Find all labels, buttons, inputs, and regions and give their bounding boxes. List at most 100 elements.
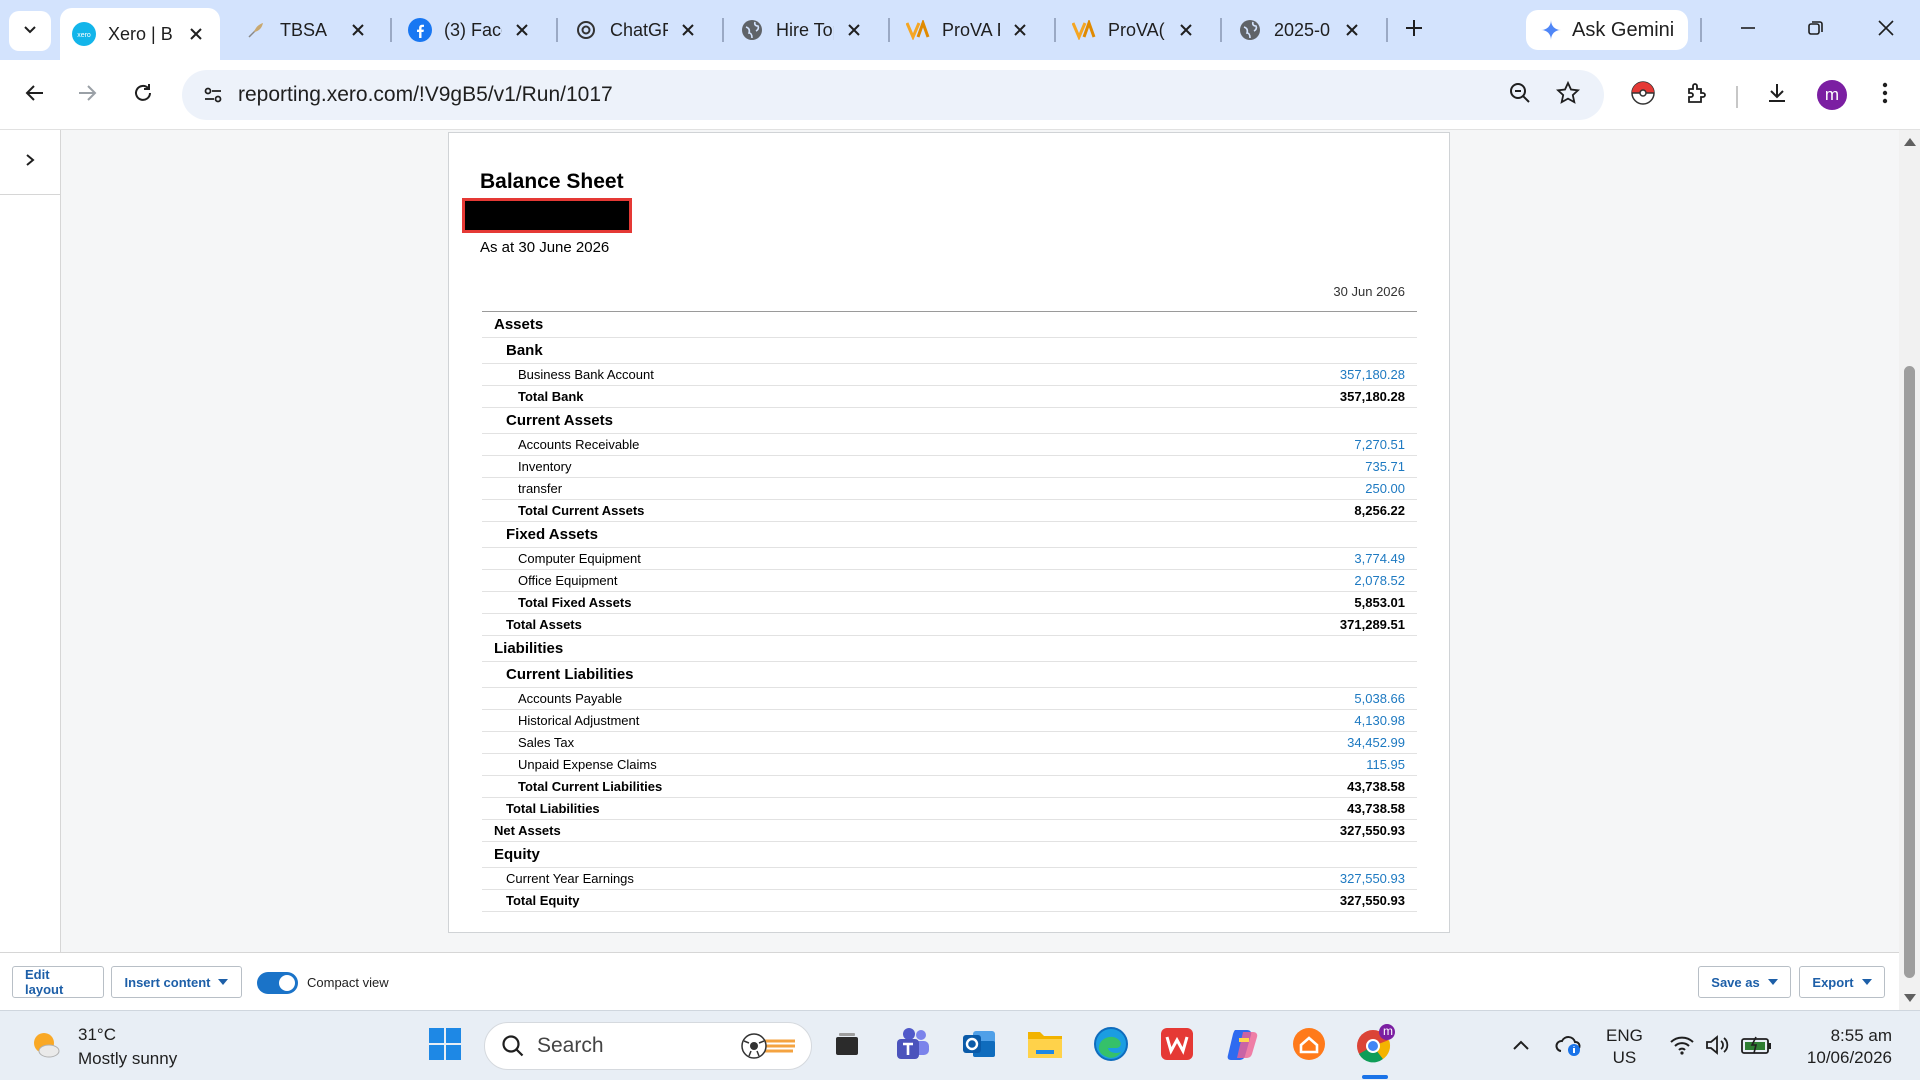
account-value-link[interactable]: 357,180.28 [1217, 367, 1417, 382]
task-view-button[interactable] [826, 1025, 868, 1067]
downloads-button[interactable] [1758, 76, 1796, 114]
close-tab-icon[interactable] [184, 22, 208, 46]
close-tab-icon[interactable] [1174, 18, 1198, 42]
report-title: Balance Sheet [480, 170, 624, 193]
ask-gemini-button[interactable]: Ask Gemini [1526, 10, 1688, 50]
account-value-link[interactable]: 2,078.52 [1217, 573, 1417, 588]
gemini-sparkle-icon [1540, 19, 1562, 41]
tab-chatgpt[interactable]: ChatGP [562, 8, 712, 52]
row-label: Assets [494, 316, 544, 333]
compact-view-toggle[interactable] [257, 972, 298, 994]
close-tab-icon[interactable] [1008, 18, 1032, 42]
tab-2025[interactable]: 2025-0 [1226, 8, 1376, 52]
close-tab-icon[interactable] [1340, 18, 1364, 42]
wps-office-app[interactable] [1156, 1025, 1198, 1067]
tab-separator [1054, 18, 1056, 42]
taskbar-search-box[interactable]: Search [484, 1022, 812, 1070]
scrollbar-thumb[interactable] [1904, 366, 1915, 978]
back-button[interactable] [16, 76, 54, 114]
report-account-row[interactable]: Accounts Receivable 7,270.51 [482, 434, 1417, 456]
report-account-row[interactable]: transfer 250.00 [482, 478, 1417, 500]
insert-content-button[interactable]: Insert content [111, 966, 242, 998]
system-clock[interactable]: 8:55 am 10/06/2026 [1786, 1025, 1892, 1069]
close-tab-icon[interactable] [842, 18, 866, 42]
tab-facebook[interactable]: (3) Face [396, 8, 546, 52]
tab-tbsa[interactable]: TBSA [232, 8, 382, 52]
account-value-link[interactable]: 5,038.66 [1217, 691, 1417, 706]
site-settings-icon[interactable] [200, 82, 226, 108]
column-header-date: 30 Jun 2026 [1333, 284, 1405, 299]
export-label: Export [1812, 974, 1854, 990]
battery-status[interactable] [1740, 1034, 1774, 1060]
account-value-link[interactable]: 3,774.49 [1217, 551, 1417, 566]
report-account-row[interactable]: Unpaid Expense Claims 115.95 [482, 754, 1417, 776]
export-button[interactable]: Export [1799, 966, 1885, 998]
close-tab-icon[interactable] [510, 18, 534, 42]
account-value-link[interactable]: 115.95 [1217, 757, 1417, 772]
input-language-indicator[interactable]: ENG US [1606, 1025, 1643, 1069]
report-account-row[interactable]: Business Bank Account 357,180.28 [482, 364, 1417, 386]
tab-title: Hire Top [776, 19, 834, 40]
arrow-right-icon [76, 82, 98, 109]
scroll-down-arrow-icon[interactable] [1904, 994, 1916, 1002]
account-value-link[interactable]: 250.00 [1217, 481, 1417, 496]
vertical-scrollbar[interactable] [1899, 130, 1920, 1010]
tab-prova-1[interactable]: ProVA F [894, 8, 1044, 52]
account-value-link[interactable]: 735.71 [1217, 459, 1417, 474]
account-value-link[interactable]: 34,452.99 [1217, 735, 1417, 750]
report-account-row[interactable]: Computer Equipment 3,774.49 [482, 548, 1417, 570]
teams-app[interactable] [892, 1025, 934, 1067]
tab-prova-2[interactable]: ProVA(F [1060, 8, 1210, 52]
show-hidden-icons-button[interactable] [1508, 1034, 1534, 1060]
reload-button[interactable] [124, 76, 162, 114]
bookmark-button[interactable] [1554, 80, 1582, 109]
tab-xero[interactable]: xero Xero | B [60, 8, 220, 60]
report-section-heading: Equity [482, 842, 1417, 868]
account-value-link[interactable]: 327,550.93 [1217, 871, 1417, 886]
tab-separator [1386, 18, 1388, 42]
report-account-row[interactable]: Accounts Payable 5,038.66 [482, 688, 1417, 710]
report-account-row[interactable]: Current Year Earnings 327,550.93 [482, 868, 1417, 890]
close-tab-icon[interactable] [346, 18, 370, 42]
close-tab-icon[interactable] [676, 18, 700, 42]
extensions-button[interactable] [1678, 76, 1716, 114]
edge-app[interactable] [1090, 1025, 1132, 1067]
report-account-row[interactable]: Sales Tax 34,452.99 [482, 732, 1417, 754]
address-bar[interactable]: reporting.xero.com/!V9gB5/v1/Run/1017 [182, 70, 1604, 120]
onedrive-status[interactable] [1554, 1034, 1584, 1060]
zoom-button[interactable] [1506, 81, 1534, 109]
close-window-button[interactable] [1866, 12, 1906, 48]
extension-pokeball-button[interactable] [1624, 76, 1662, 114]
report-account-row[interactable]: Inventory 735.71 [482, 456, 1417, 478]
outlook-app[interactable] [958, 1025, 1000, 1067]
weather-widget[interactable]: 31°C Mostly sunny [28, 1023, 177, 1071]
restore-window-button[interactable] [1796, 12, 1836, 48]
report-side-panel [0, 130, 61, 952]
new-tab-button[interactable] [1398, 14, 1430, 46]
tab-hire-top[interactable]: Hire Top [728, 8, 878, 52]
wifi-status[interactable] [1668, 1034, 1696, 1060]
row-value: 43,738.58 [1347, 779, 1405, 794]
volume-status[interactable] [1704, 1034, 1732, 1060]
forward-button[interactable] [68, 76, 106, 114]
report-account-row[interactable]: Historical Adjustment 4,130.98 [482, 710, 1417, 732]
expand-panel-button[interactable] [18, 150, 42, 174]
account-value-link[interactable]: 7,270.51 [1217, 437, 1417, 452]
tab-title: ProVA(F [1108, 19, 1166, 40]
chrome-menu-button[interactable] [1866, 76, 1904, 114]
profile-avatar[interactable]: m [1817, 80, 1847, 110]
file-explorer-app[interactable] [1024, 1025, 1066, 1067]
app-orange-home[interactable] [1288, 1025, 1330, 1067]
save-as-button[interactable]: Save as [1698, 966, 1791, 998]
start-button[interactable] [424, 1025, 466, 1067]
svg-text:xero: xero [77, 32, 91, 39]
minimize-window-button[interactable] [1728, 12, 1768, 48]
tab-search-button[interactable] [9, 11, 51, 51]
copilot-app[interactable] [1222, 1025, 1264, 1067]
report-account-row[interactable]: Office Equipment 2,078.52 [482, 570, 1417, 592]
account-value-link[interactable]: 4,130.98 [1217, 713, 1417, 728]
soccer-ball-icon [739, 1031, 797, 1067]
edit-layout-button[interactable]: Edit layout [12, 966, 104, 998]
report-total-row: Net Assets 327,550.93 [482, 820, 1417, 842]
scroll-up-arrow-icon[interactable] [1904, 138, 1916, 146]
